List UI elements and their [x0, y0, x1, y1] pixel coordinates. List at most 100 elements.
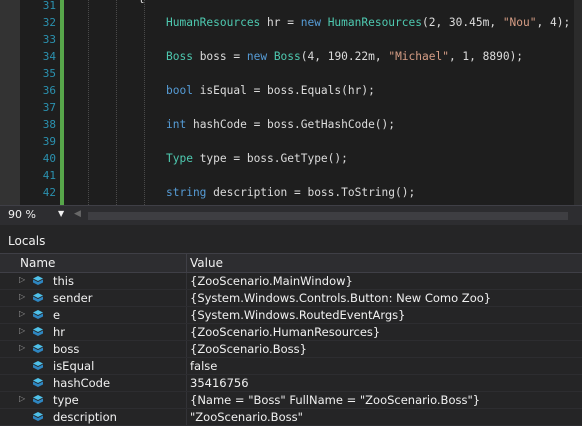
- code-editor[interactable]: { 3132HumanResources hr = new HumanResou…: [0, 0, 582, 205]
- local-value[interactable]: "ZooScenario.Boss": [190, 410, 303, 424]
- zoom-level[interactable]: 90 %: [8, 208, 36, 221]
- code-token: Boss: [273, 50, 301, 63]
- locals-row[interactable]: ▷ this {ZooScenario.MainWindow}: [0, 273, 582, 290]
- local-name: boss: [53, 342, 80, 356]
- code-line[interactable]: 41: [0, 167, 574, 184]
- column-divider: [186, 375, 187, 391]
- code-line[interactable]: 40 Type type = boss.GetType();: [0, 150, 574, 167]
- code-line[interactable]: 32 HumanResources hr = new HumanResources…: [0, 14, 574, 31]
- change-marker: [60, 133, 64, 150]
- panel-title: Locals: [8, 234, 46, 248]
- change-marker: [60, 48, 64, 65]
- editor-status-bar: 90 % ▼ ◀: [0, 205, 582, 225]
- code-line[interactable]: 37: [0, 99, 574, 116]
- code-token: (4, 190.22m,: [300, 50, 389, 63]
- local-variable-icon: [33, 293, 43, 302]
- line-number: 34: [42, 50, 56, 63]
- editor-vertical-scrollbar[interactable]: [574, 0, 582, 205]
- line-number: 36: [42, 84, 56, 97]
- local-value[interactable]: {ZooScenario.MainWindow}: [190, 274, 353, 288]
- local-value[interactable]: 35416756: [190, 376, 249, 390]
- code-line[interactable]: 36 bool isEqual = boss.Equals(hr);: [0, 82, 574, 99]
- locals-row[interactable]: ▷ type {Name = "Boss" FullName = "ZooScena…: [0, 392, 582, 409]
- locals-row[interactable]: ▷ boss {ZooScenario.Boss}: [0, 341, 582, 358]
- triangle-down-icon[interactable]: ▼: [58, 209, 64, 218]
- code-line[interactable]: 33: [0, 31, 574, 48]
- local-value[interactable]: false: [190, 359, 217, 373]
- column-divider: [186, 409, 187, 425]
- code-token: hashCode = boss.GetHashCode();: [186, 118, 396, 131]
- code-token: new: [246, 50, 268, 63]
- expand-arrow-icon[interactable]: ▷: [19, 292, 25, 301]
- code-line[interactable]: 42 string description = boss.ToString();: [0, 184, 574, 201]
- code-text[interactable]: Type type = boss.GetType();: [166, 150, 348, 167]
- code-line[interactable]: 34 Boss boss = new Boss(4, 190.22m, "Mich…: [0, 48, 574, 65]
- local-value[interactable]: {Name = "Boss" FullName = "ZooScenario.B…: [190, 393, 480, 407]
- code-token: "Michael": [388, 50, 449, 63]
- column-divider: [186, 324, 187, 340]
- code-line[interactable]: 38 int hashCode = boss.GetHashCode();: [0, 116, 574, 133]
- line-number: 33: [42, 33, 56, 46]
- expand-arrow-icon[interactable]: ▷: [19, 275, 25, 284]
- local-name: hr: [53, 325, 66, 339]
- local-name: this: [53, 274, 74, 288]
- expand-arrow-icon[interactable]: ▷: [19, 326, 25, 335]
- code-token: hr =: [260, 16, 301, 29]
- line-number: 38: [42, 118, 56, 131]
- local-name: hashCode: [53, 376, 111, 390]
- line-number: 37: [42, 101, 56, 114]
- change-marker: [60, 14, 64, 31]
- locals-row[interactable]: hashCode 35416756: [0, 375, 582, 392]
- local-value[interactable]: {ZooScenario.HumanResources}: [190, 325, 380, 339]
- horizontal-scrollbar[interactable]: [88, 212, 568, 220]
- code-token: int: [166, 118, 187, 131]
- change-marker: [60, 99, 64, 116]
- code-token: new: [300, 16, 321, 29]
- change-marker: [60, 65, 64, 82]
- code-text[interactable]: int hashCode = boss.GetHashCode();: [166, 116, 395, 133]
- change-marker: [60, 116, 64, 133]
- column-header-name[interactable]: Name: [20, 256, 55, 270]
- local-value[interactable]: {System.Windows.RoutedEventArgs}: [190, 308, 405, 322]
- locals-row[interactable]: description "ZooScenario.Boss": [0, 409, 582, 426]
- line-number: 40: [42, 152, 56, 165]
- local-variable-icon: [33, 327, 43, 336]
- column-divider: [186, 358, 187, 374]
- expand-arrow-icon[interactable]: ▷: [19, 394, 25, 403]
- locals-rows: ▷ this {ZooScenario.MainWindow} ▷ sender {Sys…: [0, 273, 582, 426]
- code-token: (2, 30.45m,: [421, 16, 503, 29]
- code-token: description = boss.ToString();: [206, 186, 416, 199]
- expand-arrow-icon[interactable]: ▷: [19, 309, 25, 318]
- column-header-value[interactable]: Value: [190, 256, 223, 270]
- local-variable-icon: [33, 378, 43, 387]
- locals-row[interactable]: ▷ sender {System.Windows.Controls.Button: …: [0, 290, 582, 307]
- code-text[interactable]: bool isEqual = boss.Equals(hr);: [166, 82, 375, 99]
- code-text[interactable]: string description = boss.ToString();: [166, 184, 415, 201]
- locals-row[interactable]: ▷ e {System.Windows.RoutedEventArgs}: [0, 307, 582, 324]
- column-divider[interactable]: [186, 254, 187, 272]
- scroll-left-icon[interactable]: ◀: [74, 209, 81, 219]
- grid-header: Name Value: [0, 253, 582, 273]
- local-name: e: [53, 308, 61, 322]
- line-number: 41: [42, 169, 56, 182]
- change-marker: [60, 0, 64, 14]
- expand-arrow-icon[interactable]: ▷: [19, 343, 25, 352]
- code-token: Boss: [166, 50, 193, 63]
- code-line[interactable]: 35: [0, 65, 574, 82]
- code-line[interactable]: 39: [0, 133, 574, 150]
- locals-row[interactable]: isEqual false: [0, 358, 582, 375]
- column-divider: [186, 341, 187, 357]
- code-token: HumanResources: [327, 16, 422, 29]
- code-token: , 4);: [536, 16, 571, 29]
- code-text[interactable]: Boss boss = new Boss(4, 190.22m, "Michae…: [166, 48, 523, 65]
- code-text[interactable]: HumanResources hr = new HumanResources(2…: [166, 14, 570, 31]
- code-token: "Nou": [502, 16, 537, 29]
- local-value[interactable]: {ZooScenario.Boss}: [190, 342, 307, 356]
- locals-grid: Name Value ▷ this {ZooScenario.MainWindow}…: [0, 253, 582, 426]
- code-token: type = boss.GetType();: [192, 152, 348, 165]
- locals-row[interactable]: ▷ hr {ZooScenario.HumanResources}: [0, 324, 582, 341]
- line-number: 35: [42, 67, 56, 80]
- code-line[interactable]: 31: [0, 0, 574, 14]
- local-value[interactable]: {System.Windows.Controls.Button: New Com…: [190, 291, 491, 305]
